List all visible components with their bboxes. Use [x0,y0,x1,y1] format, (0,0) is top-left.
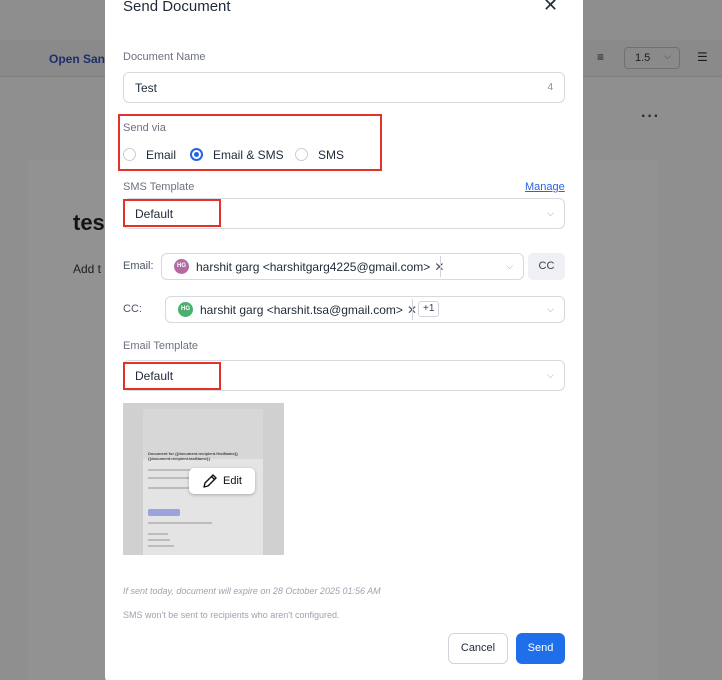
radio-email-sms-label[interactable]: Email & SMS [213,148,284,162]
chevron-down-icon: ⌵ [547,304,554,314]
document-name-input[interactable]: Test 4 [123,72,565,103]
sms-template-label: SMS Template [123,181,195,193]
radio-email-label[interactable]: Email [146,148,176,162]
send-document-dialog: Send Document ✕ Document Name Test 4 Sen… [105,0,583,680]
list-icon[interactable]: ☰ [697,50,708,64]
manage-link[interactable]: Manage [525,181,565,193]
sms-template-highlight [123,199,221,227]
line-spacing-value: 1.5 [635,52,651,64]
preview-text-line [148,477,192,479]
chevron-down-icon: ⌵ [664,51,671,61]
avatar: HG [174,259,189,274]
cc-button[interactable]: CC [528,253,565,280]
email-template-highlight [123,362,221,390]
edit-template-button[interactable]: Edit [189,468,255,494]
document-paragraph: Add t [73,262,102,276]
cc-label: CC: [123,303,142,315]
cancel-button[interactable]: Cancel [448,633,508,664]
expiry-note: If sent today, document will expire on 2… [123,586,381,596]
document-name-label: Document Name [123,51,206,63]
chip-divider [440,256,441,277]
preview-heading: Document for {{document.recipient.firstN… [148,451,238,461]
edit-template-label: Edit [223,475,242,487]
radio-email[interactable] [123,148,136,161]
avatar: HG [178,302,193,317]
email-template-label: Email Template [123,340,198,352]
document-name-value: Test [135,81,158,95]
character-count: 4 [547,82,553,93]
email-recipient-text: harshit garg <harshitgarg4225@gmail.com> [196,259,431,274]
email-label: Email: [123,260,154,272]
preview-text-line [148,522,212,524]
chip-divider [412,299,413,320]
preview-text-line [148,533,168,535]
radio-email-sms[interactable] [190,148,203,161]
dialog-title: Send Document [123,0,231,15]
chevron-down-icon: ⌵ [547,370,554,380]
more-recipients-badge[interactable]: +1 [418,301,440,317]
send-button[interactable]: Send [516,633,565,664]
align-justify-icon[interactable]: ≡ [597,50,604,64]
line-spacing-select[interactable]: 1.5 ⌵ [624,47,680,69]
close-icon[interactable]: ✕ [543,0,558,16]
document-heading: tes [73,210,105,235]
font-family-selector[interactable]: Open Sans [49,52,112,66]
sms-note: SMS won't be sent to recipients who aren… [123,610,340,620]
chevron-down-icon: ⌵ [547,208,554,218]
preview-button [148,509,180,516]
email-recipient-chip[interactable]: HG harshit garg <harshitgarg4225@gmail.c… [174,259,444,274]
send-via-label: Send via [123,122,166,134]
chevron-down-icon: ⌵ [506,261,513,271]
preview-text-line [148,545,174,547]
pencil-icon [203,474,217,488]
cc-recipient-chip[interactable]: HG harshit garg <harshit.tsa@gmail.com> … [178,302,417,317]
radio-sms-label[interactable]: SMS [318,148,344,162]
cc-recipient-text: harshit garg <harshit.tsa@gmail.com> [200,302,403,317]
email-template-preview[interactable]: Document for {{document.recipient.firstN… [123,403,284,555]
radio-sms[interactable] [295,148,308,161]
more-options-icon[interactable]: ··· [641,108,660,126]
preview-text-line [148,539,170,541]
